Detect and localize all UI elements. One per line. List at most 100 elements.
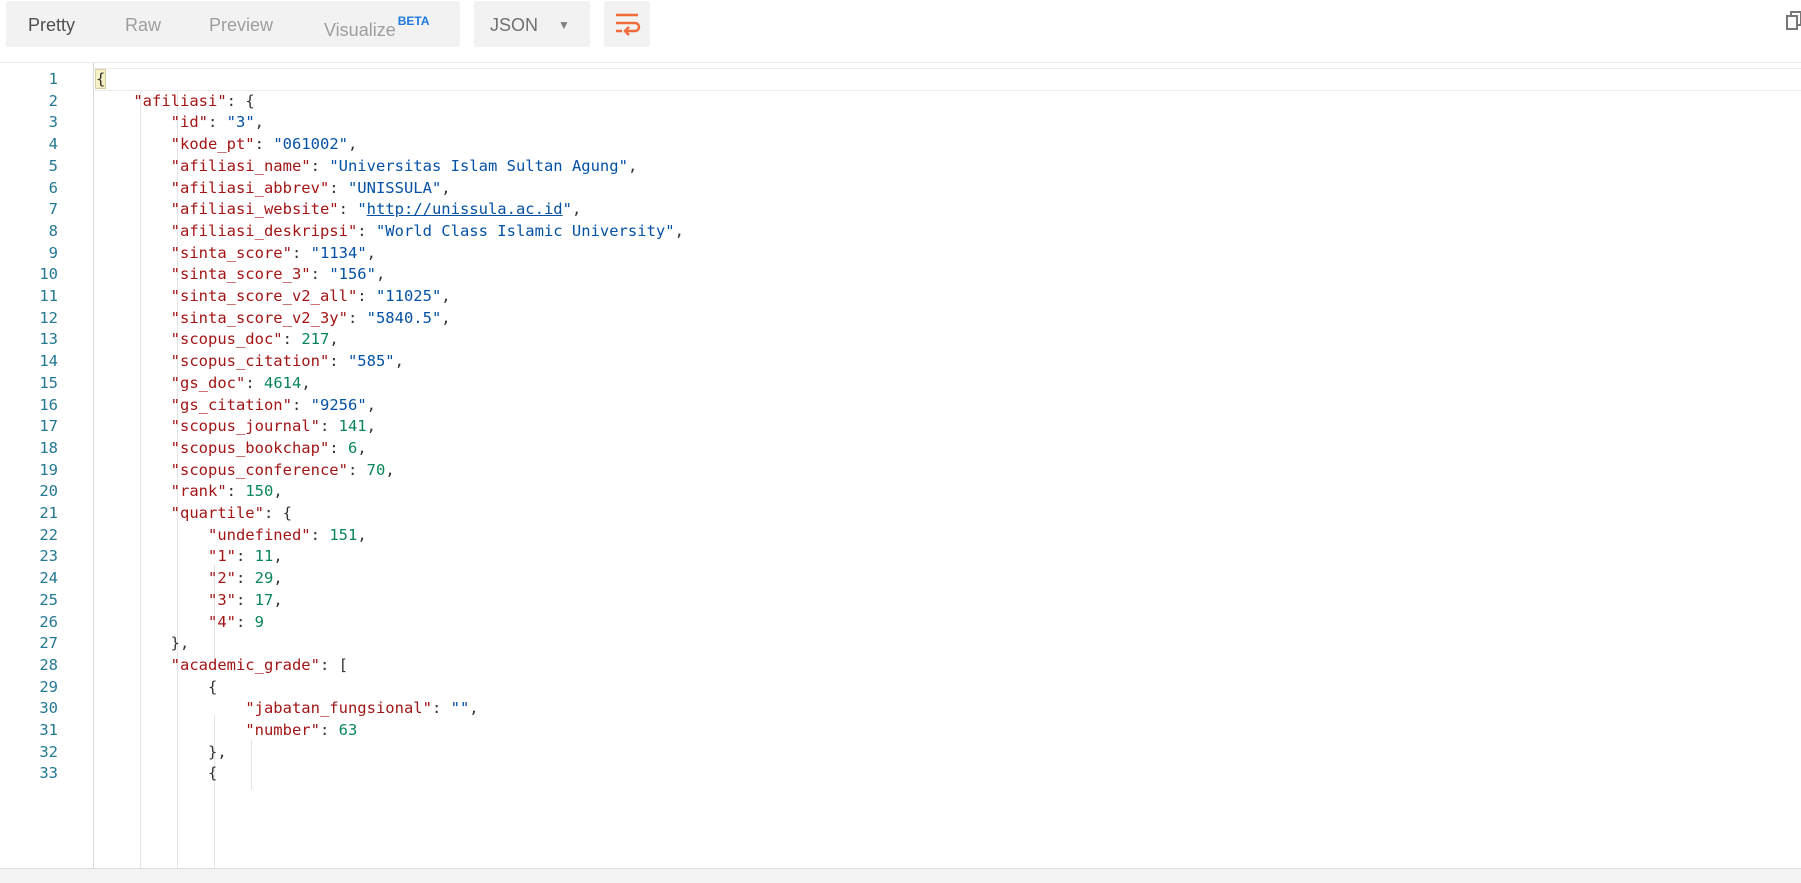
json-punctuation: }, bbox=[96, 742, 227, 761]
json-punctuation bbox=[96, 396, 171, 414]
json-number: 6 bbox=[347, 438, 358, 457]
json-string: "1134" bbox=[310, 243, 367, 262]
tab-preview[interactable]: Preview bbox=[209, 1, 273, 47]
json-number: 17 bbox=[254, 590, 274, 609]
json-punctuation: , bbox=[329, 330, 339, 349]
json-punctuation: : bbox=[431, 699, 451, 718]
json-punctuation: , bbox=[469, 699, 479, 718]
wrap-lines-button[interactable] bbox=[604, 1, 650, 47]
format-dropdown-value: JSON bbox=[490, 15, 539, 35]
json-number: 141 bbox=[338, 417, 367, 436]
json-punctuation: , bbox=[357, 438, 367, 457]
json-punctuation: , bbox=[273, 590, 283, 609]
response-toolbar: Pretty Raw Preview Visualize BETA JSON ▼ bbox=[0, 0, 1801, 62]
json-punctuation: , bbox=[273, 569, 283, 588]
json-key: "undefined" bbox=[207, 525, 311, 544]
copy-icon[interactable] bbox=[1786, 8, 1801, 32]
json-punctuation: , bbox=[385, 460, 395, 479]
json-string: "5840.5" bbox=[366, 308, 442, 327]
json-punctuation: : bbox=[310, 265, 330, 284]
json-punctuation: : bbox=[291, 243, 311, 262]
json-url-link[interactable]: http://unissula.ac.id bbox=[367, 200, 563, 218]
horizontal-scrollbar[interactable] bbox=[0, 868, 1801, 883]
json-string: "" bbox=[450, 699, 470, 718]
json-punctuation: , bbox=[273, 482, 283, 501]
json-key: "id" bbox=[170, 113, 208, 132]
json-punctuation bbox=[96, 547, 208, 565]
json-punctuation: : bbox=[254, 135, 274, 154]
json-punctuation: , bbox=[301, 373, 311, 392]
json-punctuation bbox=[96, 157, 171, 175]
json-punctuation bbox=[96, 461, 171, 479]
json-key: "3" bbox=[207, 590, 236, 609]
json-punctuation: , bbox=[347, 135, 358, 154]
json-punctuation bbox=[96, 417, 171, 435]
json-punctuation: , bbox=[366, 395, 376, 414]
json-punctuation bbox=[96, 656, 171, 674]
json-key: "scopus_bookchap" bbox=[170, 438, 330, 457]
json-punctuation: : bbox=[347, 460, 367, 479]
json-punctuation: : bbox=[319, 417, 339, 436]
json-punctuation: : bbox=[357, 287, 376, 305]
beta-badge: BETA bbox=[397, 14, 430, 28]
json-string: " bbox=[562, 200, 572, 219]
json-punctuation: : bbox=[235, 612, 255, 631]
json-key: "scopus_citation" bbox=[170, 352, 330, 371]
json-punctuation: : bbox=[226, 482, 246, 501]
json-punctuation bbox=[96, 200, 171, 218]
json-key: "afiliasi_abbrev" bbox=[170, 178, 330, 197]
json-key: "sinta_score" bbox=[170, 243, 292, 262]
json-punctuation bbox=[96, 721, 245, 739]
json-punctuation: : bbox=[207, 113, 227, 132]
json-punctuation bbox=[96, 352, 171, 370]
json-punctuation bbox=[96, 569, 208, 587]
json-punctuation: , bbox=[375, 265, 386, 284]
json-punctuation bbox=[96, 135, 171, 153]
json-punctuation: : { bbox=[263, 504, 292, 522]
json-punctuation: : bbox=[338, 200, 358, 219]
json-punctuation bbox=[96, 244, 171, 262]
json-punctuation bbox=[96, 222, 171, 240]
json-string: "9256" bbox=[310, 395, 367, 414]
json-punctuation bbox=[96, 265, 171, 283]
tab-raw[interactable]: Raw bbox=[125, 1, 161, 47]
json-number: 217 bbox=[301, 330, 330, 349]
json-punctuation bbox=[96, 482, 171, 500]
json-punctuation: : [ bbox=[319, 655, 348, 674]
tab-pretty[interactable]: Pretty bbox=[28, 1, 75, 47]
json-string: "061002" bbox=[273, 135, 348, 154]
json-punctuation: , bbox=[441, 178, 451, 197]
json-punctuation: : bbox=[319, 721, 339, 739]
json-punctuation: : bbox=[329, 352, 348, 371]
json-key: "2" bbox=[207, 569, 236, 588]
tab-visualize-label: Visualize bbox=[324, 20, 396, 40]
json-number: 11 bbox=[254, 547, 274, 566]
json-punctuation: , bbox=[571, 200, 582, 219]
json-punctuation bbox=[96, 591, 208, 609]
json-number: 63 bbox=[338, 721, 358, 739]
json-punctuation: : bbox=[245, 373, 264, 392]
json-punctuation bbox=[96, 309, 171, 327]
json-punctuation: , bbox=[674, 221, 684, 240]
json-key: "afiliasi_website" bbox=[170, 200, 339, 219]
json-punctuation: , bbox=[357, 525, 367, 544]
json-editor[interactable]: 1{2 "afiliasi": {3 "id": "3", 4 "kode_pt"… bbox=[0, 63, 1801, 868]
json-key: "sinta_score_v2_all" bbox=[170, 287, 358, 305]
json-punctuation bbox=[96, 179, 171, 197]
json-key: "academic_grade" bbox=[170, 655, 320, 674]
json-key: "sinta_score_3" bbox=[170, 265, 311, 284]
json-string: "156" bbox=[329, 265, 376, 284]
tab-visualize[interactable]: Visualize BETA bbox=[324, 1, 430, 47]
chevron-down-icon: ▼ bbox=[558, 18, 570, 32]
line-number: 33 bbox=[39, 764, 58, 783]
json-string: "11025" bbox=[375, 287, 442, 305]
json-punctuation bbox=[96, 613, 208, 631]
code-line: 33 { bbox=[0, 761, 1801, 786]
format-dropdown[interactable]: JSON ▼ bbox=[474, 1, 590, 47]
json-key: "4" bbox=[207, 612, 236, 631]
json-punctuation: : bbox=[291, 395, 311, 414]
json-punctuation: , bbox=[394, 352, 404, 371]
json-punctuation bbox=[96, 374, 171, 392]
json-number: 9 bbox=[254, 612, 264, 631]
json-punctuation: , bbox=[627, 156, 638, 175]
